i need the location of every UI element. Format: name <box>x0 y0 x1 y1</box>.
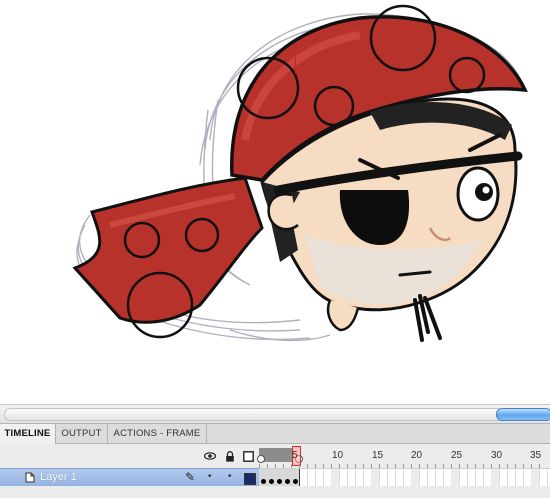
ruler-label-20: 20 <box>411 450 423 461</box>
keyframe-dot <box>261 479 266 484</box>
outline-square-icon[interactable] <box>243 451 254 465</box>
tab-actions-frame[interactable]: ACTIONS - FRAME <box>108 424 207 443</box>
keyframe-dot <box>269 479 274 484</box>
panel-tabs: TIMELINE OUTPUT ACTIONS - FRAME <box>0 424 550 444</box>
layer-color-swatch[interactable] <box>244 473 256 485</box>
layer-name[interactable]: Layer 1 <box>40 471 77 483</box>
scroll-track[interactable] <box>4 408 546 421</box>
empty-layer-area <box>0 486 550 498</box>
lock-dot[interactable]: • <box>228 471 232 482</box>
pirate-illustration <box>72 4 528 342</box>
ruler-label-15: 15 <box>372 450 384 461</box>
bandana-tail <box>72 176 264 339</box>
ruler-label-30: 30 <box>491 450 503 461</box>
lock-icon[interactable] <box>225 451 235 465</box>
ruler-label-35: 35 <box>530 450 542 461</box>
layer-frames[interactable] <box>259 468 550 488</box>
onion-start-marker[interactable] <box>257 455 265 463</box>
scroll-thumb[interactable] <box>496 408 550 421</box>
keyframe-dot <box>277 479 282 484</box>
timeline-panel: TIMELINE OUTPUT ACTIONS - FRAME 5 10 15 … <box>0 423 550 498</box>
keyframe-dot <box>293 479 298 484</box>
stage-canvas[interactable] <box>0 0 550 404</box>
frame-ruler[interactable]: 5 10 15 20 25 30 35 <box>257 444 550 468</box>
visibility-dot[interactable]: • <box>208 471 212 482</box>
horizontal-scrollbar[interactable] <box>0 404 550 424</box>
ruler-label-25: 25 <box>451 450 463 461</box>
tab-output[interactable]: OUTPUT <box>56 424 108 443</box>
layer-page-icon <box>25 472 35 483</box>
playhead-line <box>295 44 296 74</box>
eye-icon[interactable] <box>203 451 217 464</box>
ruler-label-10: 10 <box>332 450 344 461</box>
layer-name-cell[interactable]: Layer 1 ✎ • • <box>0 468 259 488</box>
tab-timeline[interactable]: TIMELINE <box>0 424 56 444</box>
pencil-icon: ✎ <box>185 470 196 484</box>
keyframe-dot <box>285 479 290 484</box>
frame-cell[interactable] <box>539 469 548 487</box>
ruler-label-5: 5 <box>292 450 298 461</box>
layer-row[interactable]: Layer 1 ✎ • • <box>0 468 550 488</box>
